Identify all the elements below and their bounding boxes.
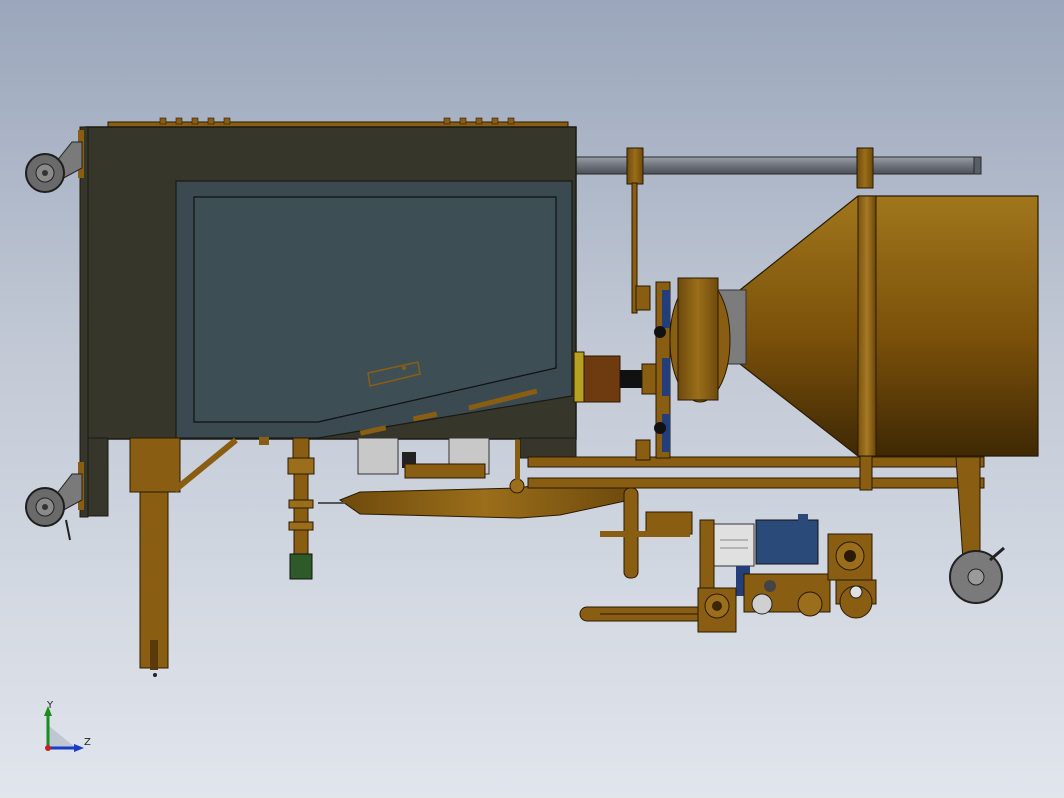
z-axis-label: Z	[84, 737, 91, 748]
caster-wheel	[949, 546, 1005, 604]
coordinate-triad	[44, 706, 84, 752]
cad-assembly-drawing[interactable]	[0, 0, 1064, 798]
vertical-feed-pipe	[287, 437, 315, 580]
hopper-drum	[669, 195, 1039, 457]
cad-viewport[interactable]: Y Z	[0, 0, 1064, 798]
caster-wheel	[25, 141, 83, 193]
y-axis-label: Y	[47, 700, 54, 711]
caster-wheel	[25, 473, 83, 541]
side-gearbox	[827, 533, 877, 619]
z-axis-arrow	[74, 744, 84, 752]
shaft-coupling	[573, 351, 657, 403]
support-leg	[129, 437, 238, 677]
